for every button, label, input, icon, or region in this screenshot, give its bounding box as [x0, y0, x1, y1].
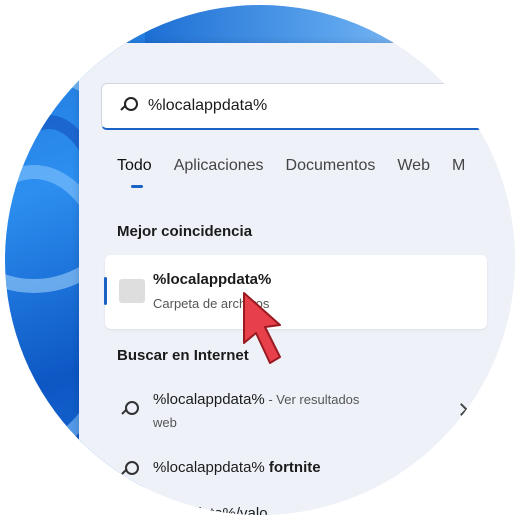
- web-search-heading: Buscar en Internet: [117, 347, 249, 364]
- selection-accent: [104, 277, 107, 305]
- chevron-right-icon[interactable]: [455, 403, 468, 416]
- web-result-bold: fortnite: [264, 459, 321, 476]
- desktop-wallpaper-top: [145, 5, 515, 43]
- start-search-panel: %localappdata% Todo Aplicaciones Documen…: [79, 43, 515, 515]
- tab-web[interactable]: Web: [397, 157, 430, 175]
- search-tabs: Todo Aplicaciones Documentos Web M: [117, 157, 487, 175]
- web-result-suffix: - Ver resultados: [264, 392, 360, 407]
- search-input[interactable]: %localappdata%: [148, 97, 267, 115]
- web-result-text: ndata%/valo: [185, 505, 268, 515]
- best-match-heading: Mejor coincidencia: [117, 223, 253, 240]
- search-icon: [121, 461, 139, 479]
- screenshot-circle: %localappdata% Todo Aplicaciones Documen…: [5, 5, 515, 515]
- tab-more[interactable]: M: [452, 157, 465, 175]
- web-result-text: %localappdata%: [153, 391, 265, 408]
- web-result-text: %localappdata%: [153, 459, 265, 476]
- search-icon: [120, 97, 138, 115]
- active-tab-indicator: [131, 185, 143, 188]
- tab-documentos[interactable]: Documentos: [286, 157, 376, 175]
- folder-icon: [119, 279, 145, 303]
- tab-todo[interactable]: Todo: [117, 157, 152, 175]
- tab-aplicaciones[interactable]: Aplicaciones: [174, 157, 264, 175]
- search-box[interactable]: %localappdata%: [101, 83, 493, 130]
- web-result-second-line: web: [153, 415, 177, 430]
- best-match-result[interactable]: %localappdata% Carpeta de archivos: [104, 255, 487, 329]
- pointer-arrow-icon: [243, 292, 281, 364]
- search-icon: [121, 401, 139, 419]
